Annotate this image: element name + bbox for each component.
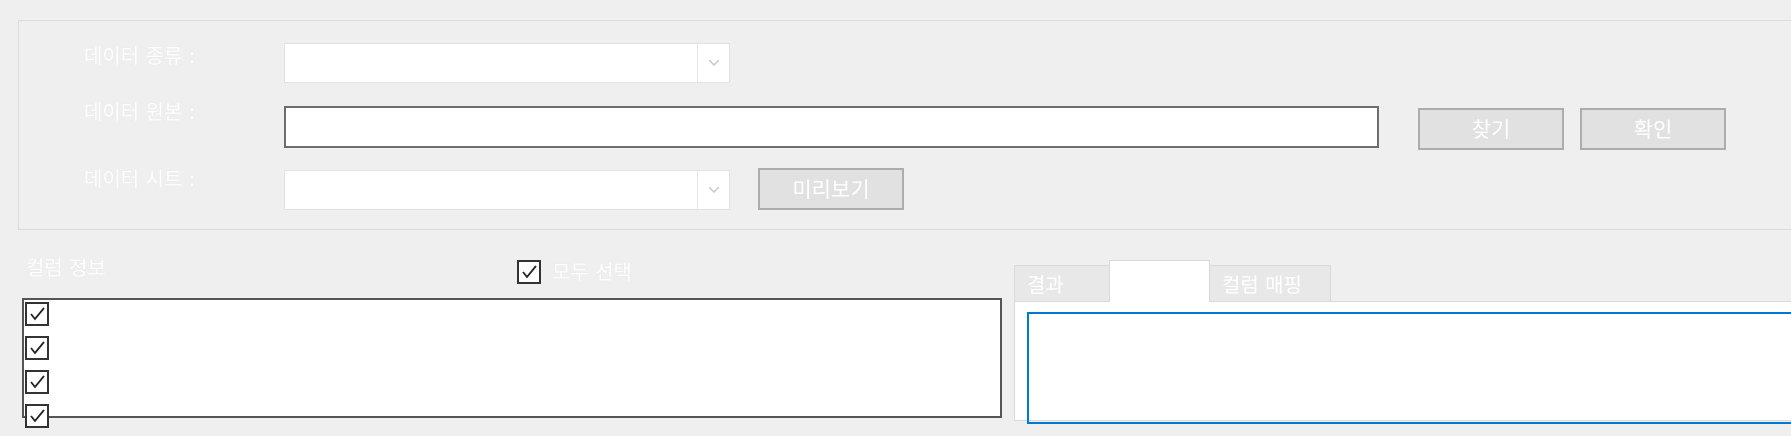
checkmark-icon: [30, 341, 45, 355]
chevron-down-icon: [709, 60, 719, 66]
column-info-title: 컬럼 정보: [26, 256, 106, 280]
column-checkbox[interactable]: [25, 302, 49, 326]
tab-blank[interactable]: [1109, 260, 1210, 302]
find-button[interactable]: 찾기: [1418, 108, 1564, 150]
preview-button[interactable]: 미리보기: [758, 168, 904, 210]
data-type-combobox[interactable]: [284, 43, 730, 83]
tab-column-mapping[interactable]: 컬럼 매핑: [1209, 265, 1331, 301]
result-view[interactable]: [1027, 312, 1791, 424]
chevron-down-icon: [709, 187, 719, 193]
checkmark-icon: [522, 265, 537, 279]
checkmark-icon: [30, 409, 45, 423]
data-sheet-combobox[interactable]: [284, 170, 730, 210]
data-sheet-label: 데이터 시트 :: [84, 167, 196, 191]
column-list[interactable]: [22, 298, 1002, 428]
column-checkbox[interactable]: [25, 370, 49, 394]
list-item[interactable]: [24, 334, 1000, 368]
confirm-button[interactable]: 확인: [1580, 108, 1726, 150]
data-source-input[interactable]: [284, 106, 1379, 148]
data-source-label: 데이터 원본 :: [84, 100, 196, 124]
list-item[interactable]: [24, 402, 1000, 436]
data-sheet-dropdown-button[interactable]: [697, 171, 729, 209]
checkmark-icon: [30, 375, 45, 389]
checkmark-icon: [30, 307, 45, 321]
list-item[interactable]: [24, 368, 1000, 402]
column-checkbox[interactable]: [25, 336, 49, 360]
data-type-dropdown-button[interactable]: [697, 44, 729, 82]
tab-result[interactable]: 결과: [1014, 265, 1110, 301]
tab-panel: [1014, 301, 1791, 424]
list-item[interactable]: [24, 300, 1000, 334]
select-all-checkbox[interactable]: [517, 260, 541, 284]
column-checkbox[interactable]: [25, 404, 49, 428]
select-all-label: 모두 선택: [552, 260, 632, 284]
data-type-label: 데이터 종류 :: [84, 44, 196, 68]
